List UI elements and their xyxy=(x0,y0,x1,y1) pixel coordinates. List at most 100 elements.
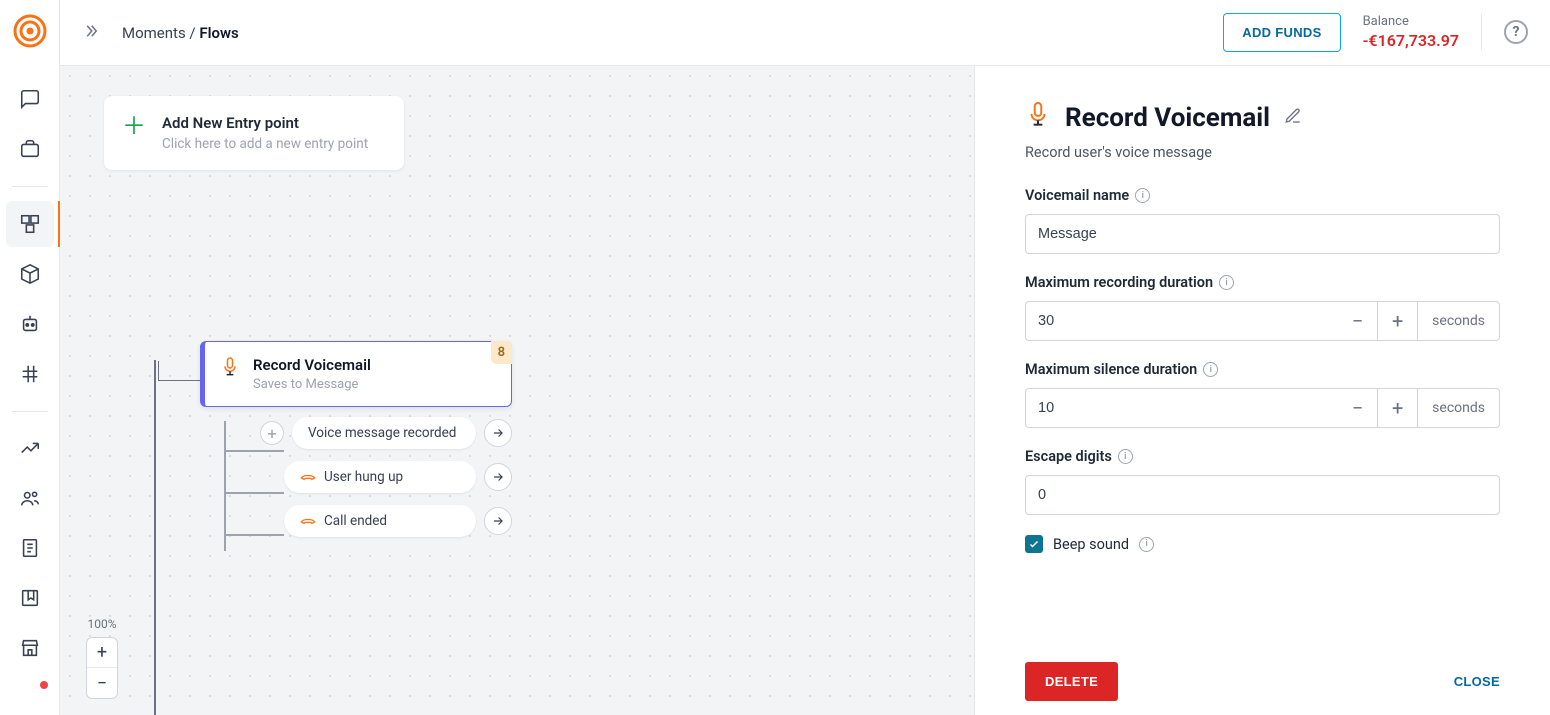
unit-label: seconds xyxy=(1418,301,1500,341)
increment-button[interactable]: + xyxy=(1378,301,1418,341)
question-icon: ? xyxy=(1513,24,1520,40)
max-silence-stepper: − + seconds xyxy=(1025,388,1500,428)
field-max-silence: Maximum silence duration i − + seconds xyxy=(1025,361,1500,428)
increment-button[interactable]: + xyxy=(1378,388,1418,428)
info-icon[interactable]: i xyxy=(1118,449,1133,464)
phone-hangup-icon xyxy=(300,469,316,485)
max-recording-label-text: Maximum recording duration xyxy=(1025,274,1213,291)
nav-tags[interactable] xyxy=(6,351,54,397)
voicemail-name-label: Voicemail name i xyxy=(1025,187,1500,204)
branch-recorded[interactable]: Voice message recorded xyxy=(292,417,476,449)
nav-store[interactable] xyxy=(6,625,54,671)
branch-call-ended-label: Call ended xyxy=(324,513,387,529)
info-icon[interactable]: i xyxy=(1135,188,1150,203)
nav-people[interactable] xyxy=(6,475,54,521)
sidebar-separator xyxy=(12,186,48,187)
field-escape-digits: Escape digits i xyxy=(1025,448,1500,515)
escape-digits-input[interactable] xyxy=(1025,475,1500,515)
pencil-icon xyxy=(1284,107,1302,125)
breadcrumb-root: Moments xyxy=(122,24,186,42)
flow-canvas[interactable]: ＋ Add New Entry point Click here to add … xyxy=(60,66,974,715)
arrow-right-icon xyxy=(491,514,505,528)
branch-add-button[interactable]: + xyxy=(260,421,284,445)
nav-templates[interactable] xyxy=(6,251,54,297)
check-icon xyxy=(1028,538,1040,550)
max-recording-label: Maximum recording duration i xyxy=(1025,274,1500,291)
node-branches: + Voice message recorded xyxy=(224,417,512,537)
breadcrumb-leaf: Flows xyxy=(199,24,238,42)
branch-call-ended[interactable]: Call ended xyxy=(284,505,476,537)
zoom-level: 100% xyxy=(87,617,116,631)
robot-icon xyxy=(19,313,41,335)
branch-trunk-line xyxy=(224,421,226,551)
help-button[interactable]: ? xyxy=(1504,20,1528,44)
nav-analytics[interactable] xyxy=(6,426,54,472)
escape-digits-label: Escape digits i xyxy=(1025,448,1500,465)
branch-hung-up[interactable]: User hung up xyxy=(284,461,476,493)
add-entry-point-card[interactable]: ＋ Add New Entry point Click here to add … xyxy=(104,96,404,170)
nav-library[interactable] xyxy=(6,575,54,621)
zoom-in-button[interactable]: + xyxy=(87,638,117,668)
breadcrumb-sep: / xyxy=(186,24,200,42)
branch-next-button[interactable] xyxy=(484,419,512,447)
branch-line-3 xyxy=(224,534,284,536)
target-logo-icon xyxy=(13,14,47,48)
chart-line-icon xyxy=(19,437,41,459)
node-badge: 8 xyxy=(491,341,512,364)
branch-line-2 xyxy=(224,492,284,494)
document-icon xyxy=(19,537,41,559)
brand-logo[interactable] xyxy=(13,14,47,48)
unit-label: seconds xyxy=(1418,388,1500,428)
delete-button[interactable]: DELETE xyxy=(1025,662,1118,701)
node-subtitle: Saves to Message xyxy=(253,377,371,392)
max-recording-stepper: − + seconds xyxy=(1025,301,1500,341)
decrement-button[interactable]: − xyxy=(1338,388,1378,428)
top-header: Moments / Flows ADD FUNDS Balance -€167,… xyxy=(60,0,1550,66)
info-icon[interactable]: i xyxy=(1203,362,1218,377)
info-icon[interactable]: i xyxy=(1219,275,1234,290)
edit-title-button[interactable] xyxy=(1284,107,1302,129)
microphone-icon xyxy=(1025,100,1051,136)
voicemail-name-input[interactable] xyxy=(1025,214,1500,254)
header-divider xyxy=(1481,14,1482,50)
add-funds-button[interactable]: ADD FUNDS xyxy=(1223,13,1340,52)
breadcrumb[interactable]: Moments / Flows xyxy=(122,24,239,42)
node-title: Record Voicemail xyxy=(253,356,371,374)
branch-row-call-ended: Call ended xyxy=(284,505,512,537)
node-card[interactable]: 8 Record Voicemail Saves to Message xyxy=(200,341,512,407)
sidebar-separator-2 xyxy=(12,411,48,412)
field-max-recording: Maximum recording duration i − + seconds xyxy=(1025,274,1500,341)
balance-display: Balance -€167,733.97 xyxy=(1363,13,1459,52)
branch-next-button-2[interactable] xyxy=(484,463,512,491)
branch-hung-up-label: User hung up xyxy=(324,469,403,485)
main-area: Moments / Flows ADD FUNDS Balance -€167,… xyxy=(60,0,1550,715)
branch-row-hung-up: User hung up xyxy=(284,461,512,493)
max-silence-label: Maximum silence duration i xyxy=(1025,361,1500,378)
max-silence-input[interactable] xyxy=(1025,388,1338,428)
branch-line-1 xyxy=(224,450,284,452)
nav-conversations[interactable] xyxy=(6,76,54,122)
store-icon xyxy=(19,637,41,659)
flows-icon xyxy=(19,213,41,235)
bookmark-panel-icon xyxy=(19,587,41,609)
voicemail-name-label-text: Voicemail name xyxy=(1025,187,1129,204)
beep-sound-checkbox[interactable] xyxy=(1025,535,1043,553)
nav-bot[interactable] xyxy=(6,301,54,347)
branch-next-button-3[interactable] xyxy=(484,507,512,535)
nav-docs[interactable] xyxy=(6,525,54,571)
sidebar-toggle[interactable] xyxy=(82,22,100,44)
info-icon[interactable]: i xyxy=(1139,537,1154,552)
nav-catalog[interactable] xyxy=(6,126,54,172)
decrement-button[interactable]: − xyxy=(1338,301,1378,341)
notification-badge-icon xyxy=(40,681,48,689)
max-recording-input[interactable] xyxy=(1025,301,1338,341)
close-button[interactable]: CLOSE xyxy=(1454,674,1500,689)
record-voicemail-node: 8 Record Voicemail Saves to Message xyxy=(200,341,512,549)
nav-flows[interactable] xyxy=(6,201,54,247)
nav-notifications[interactable] xyxy=(6,675,54,715)
balance-value: -€167,733.97 xyxy=(1363,30,1459,52)
panel-footer: DELETE CLOSE xyxy=(1025,652,1500,701)
people-icon xyxy=(19,487,41,509)
entry-subtitle: Click here to add a new entry point xyxy=(162,136,368,152)
zoom-out-button[interactable]: − xyxy=(87,668,117,698)
